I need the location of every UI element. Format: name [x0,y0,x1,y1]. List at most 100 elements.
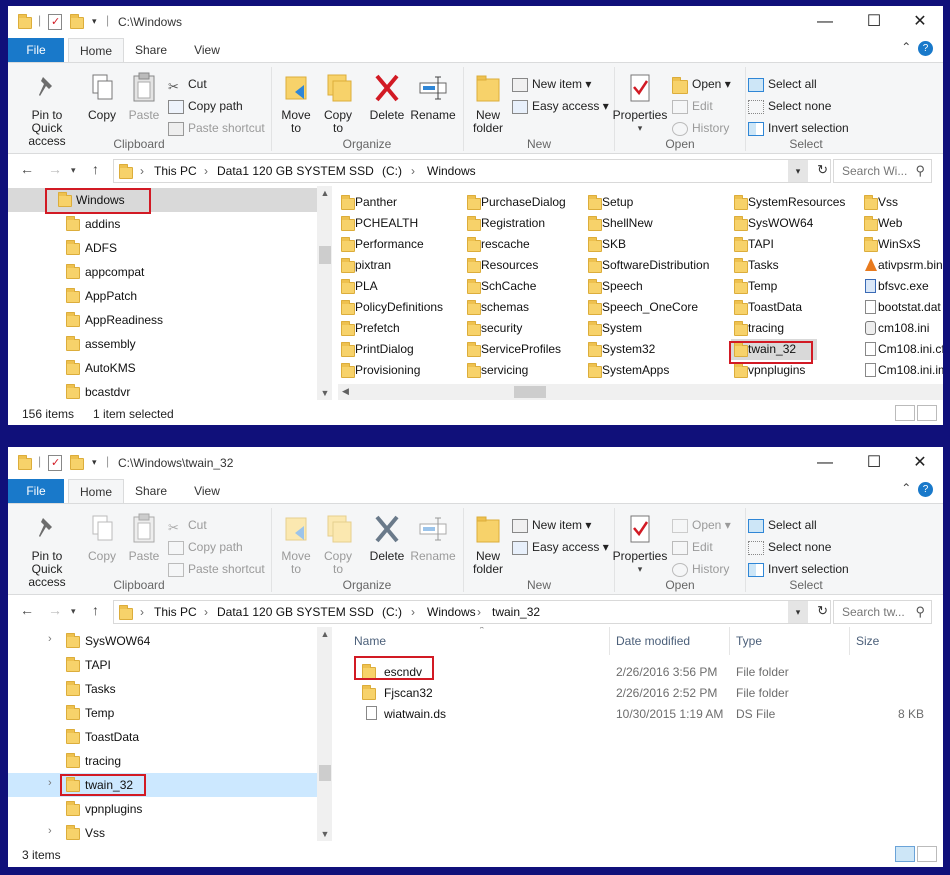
copy-path-button[interactable]: Copy path [168,97,243,115]
paste-button[interactable]: Paste [126,512,162,563]
expand-chevron-icon[interactable]: › [48,825,52,837]
tab-view[interactable]: View [184,38,230,62]
nav-vertical-scrollbar[interactable]: ▲ ▼ [317,186,332,400]
breadcrumb-windows[interactable]: Windows [427,164,476,178]
folder-item[interactable]: Registration [464,213,584,234]
open-button[interactable]: Open ▾ [672,75,731,94]
scrollbar-thumb[interactable] [319,246,331,264]
cut-button[interactable]: ✂ Cut [168,516,207,535]
forward-arrow-icon[interactable]: → [48,161,62,177]
history-button[interactable]: History [672,560,729,578]
folder-item[interactable]: PCHEALTH [338,213,458,234]
address-dropdown-icon[interactable]: ▾ [788,160,808,182]
folder-item[interactable]: Panther [338,192,458,213]
scrollbar-thumb[interactable] [319,765,331,781]
folder-item[interactable]: PLA [338,276,458,297]
file-item[interactable]: bootstat.dat [861,297,943,318]
breadcrumb-drive[interactable]: (C:) [382,605,402,619]
copy-to-button[interactable]: Copy to [318,71,358,135]
folder-item[interactable]: schemas [464,297,584,318]
maximize-button[interactable]: ☐ [851,10,897,34]
nav-item-tapi[interactable]: TAPI [8,653,318,677]
breadcrumb-this-pc[interactable]: This PC [154,164,197,178]
address-bar[interactable]: › This PC › Data1 120 GB SYSTEM SSD (C:)… [113,159,831,183]
up-arrow-icon[interactable]: ↑ [92,161,99,177]
nav-item-syswow64[interactable]: › SysWOW64 [8,629,318,653]
tab-home[interactable]: Home [68,38,124,62]
folder-item[interactable]: ServiceProfiles [464,339,584,360]
nav-item-tracing[interactable]: tracing [8,749,318,773]
new-item-button[interactable]: New item ▾ [512,75,591,93]
close-button[interactable]: ✕ [897,10,943,34]
horizontal-scrollbar[interactable]: ◀ [338,384,943,400]
folder-item[interactable]: security [464,318,584,339]
easy-access-button[interactable]: Easy access ▾ [512,97,609,115]
folder-item[interactable]: Performance [338,234,458,255]
properties-button[interactable]: Properties ▾ [612,71,668,135]
nav-item-autokms[interactable]: AutoKMS [8,356,318,380]
nav-item-addins[interactable]: addins [8,212,318,236]
folder-item[interactable]: System [585,318,705,339]
address-bar[interactable]: › This PC › Data1 120 GB SYSTEM SSD (C:)… [113,600,831,624]
breadcrumb-drive-label[interactable]: Data1 120 GB SYSTEM SSD [217,164,374,178]
breadcrumb-drive[interactable]: (C:) [382,164,402,178]
expand-ribbon-icon[interactable]: ⌃ [901,40,911,54]
tab-share[interactable]: Share [126,479,176,503]
paste-button[interactable]: Paste [126,71,162,122]
paste-shortcut-button[interactable]: Paste shortcut [168,119,265,137]
folder-item[interactable]: Prefetch [338,318,458,339]
search-input[interactable]: Search Wi... ⚲ [833,159,932,183]
new-folder-icon[interactable] [70,455,84,470]
expand-ribbon-icon[interactable]: ⌃ [901,481,911,495]
new-folder-button[interactable]: New folder [468,512,508,576]
tab-home[interactable]: Home [68,479,124,503]
new-item-button[interactable]: New item ▾ [512,516,591,534]
up-arrow-icon[interactable]: ↑ [92,602,99,618]
table-row[interactable]: wiatwain.ds 10/30/2015 1:19 AM DS File 8… [348,703,928,724]
nav-item-apppatch[interactable]: AppPatch [8,284,318,308]
history-button[interactable]: History [672,119,729,137]
scroll-down-icon[interactable]: ▼ [317,388,332,398]
folder-item[interactable]: rescache [464,234,584,255]
rename-button[interactable]: Rename [410,512,456,563]
nav-item-toastdata[interactable]: ToastData [8,725,318,749]
nav-item-vss[interactable]: › Vss [8,821,318,841]
new-folder-icon[interactable] [70,14,84,29]
breadcrumb-twain32[interactable]: twain_32 [492,605,540,619]
folder-item[interactable]: Setup [585,192,705,213]
folder-item[interactable]: System32 [585,339,705,360]
tab-view[interactable]: View [184,479,230,503]
recent-locations-icon[interactable]: ▾ [71,606,76,617]
nav-item-bcastdvr[interactable]: bcastdvr [8,380,318,400]
new-folder-button[interactable]: New folder [468,71,508,135]
folder-item[interactable]: SystemApps [585,360,705,381]
scroll-up-icon[interactable]: ▲ [317,629,332,639]
column-header-date[interactable]: Date modified [610,627,730,655]
scroll-left-icon[interactable]: ◀ [342,386,349,397]
folder-item[interactable]: WinSxS [861,234,943,255]
back-arrow-icon[interactable]: ← [20,602,34,618]
folder-item[interactable]: pixtran [338,255,458,276]
copy-button[interactable]: Copy [82,512,122,563]
folder-item[interactable]: Temp [731,276,817,297]
customize-toolbar-icon[interactable]: ▾ [92,16,97,27]
paste-shortcut-button[interactable]: Paste shortcut [168,560,265,578]
back-arrow-icon[interactable]: ← [20,161,34,177]
copy-path-button[interactable]: Copy path [168,538,243,556]
folder-item[interactable]: PurchaseDialog [464,192,584,213]
minimize-button[interactable]: — [802,451,848,475]
tab-file[interactable]: File [8,38,64,62]
column-header-size[interactable]: Size [850,627,934,655]
folder-item[interactable]: Provisioning [338,360,458,381]
folder-item[interactable]: SoftwareDistribution [585,255,709,276]
folder-item[interactable]: SysWOW64 [731,213,817,234]
close-button[interactable]: ✕ [897,451,943,475]
folder-item[interactable]: ShellNew [585,213,705,234]
folder-item[interactable]: Speech_OneCore [585,297,705,318]
select-none-button[interactable]: Select none [748,538,831,556]
folder-item[interactable]: PrintDialog [338,339,458,360]
maximize-button[interactable]: ☐ [851,451,897,475]
folder-item[interactable]: Tasks [731,255,817,276]
copy-button[interactable]: Copy [82,71,122,122]
refresh-icon[interactable]: ↻ [817,162,828,178]
